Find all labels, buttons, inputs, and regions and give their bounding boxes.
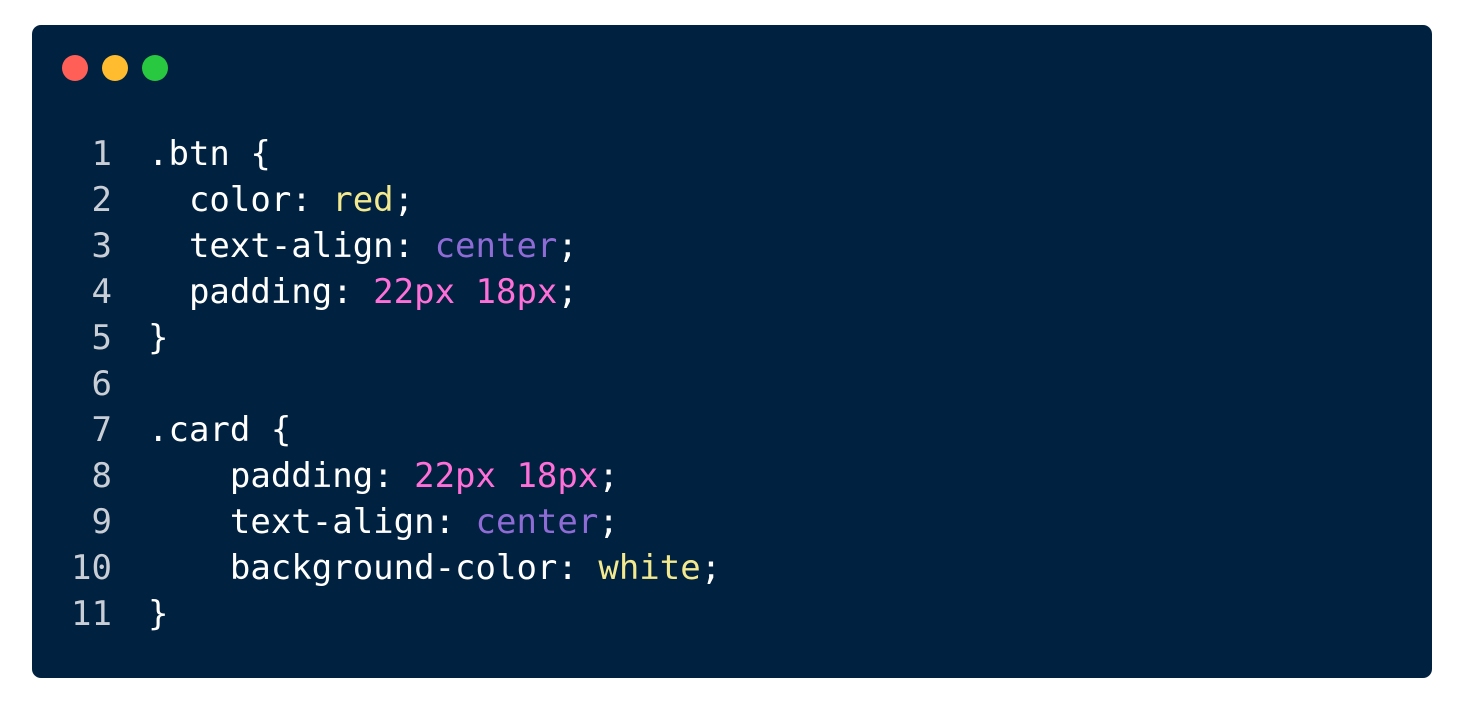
code-text: }: [148, 315, 168, 361]
line-number: 11: [71, 594, 112, 634]
code-token: .btn {: [148, 134, 271, 174]
code-line: 8 padding: 22px 18px;: [32, 453, 721, 499]
line-number: 6: [91, 364, 112, 404]
code-text: text-align: center;: [148, 223, 578, 269]
code-text: padding: 22px 18px;: [148, 453, 619, 499]
line-number: 8: [91, 456, 112, 496]
code-line: 11}: [32, 591, 721, 637]
code-token: }: [148, 594, 169, 634]
code-line: 3 text-align: center;: [32, 223, 721, 269]
code-token: white: [598, 548, 701, 588]
code-line: 2 color: red;: [32, 177, 721, 223]
code-token: padding:: [148, 456, 415, 496]
code-token: .card {: [148, 410, 292, 450]
line-number: 5: [91, 318, 112, 358]
code-text: padding: 22px 18px;: [148, 269, 578, 315]
line-number: 7: [91, 410, 112, 450]
code-text: color: red;: [148, 177, 414, 223]
code-token: ;: [557, 226, 578, 266]
code-text: text-align: center;: [148, 499, 619, 545]
code-line: 1 .btn {: [32, 131, 721, 177]
code-token: center: [475, 502, 599, 542]
code-token: background-color:: [148, 548, 599, 588]
code-token: color:: [148, 180, 333, 220]
line-number: 1: [91, 134, 112, 174]
close-button[interactable]: [62, 55, 88, 81]
code-text: background-color: white;: [148, 545, 721, 591]
code-token: ;: [598, 456, 619, 496]
code-line: 4 padding: 22px 18px;: [32, 269, 721, 315]
code-line: 9 text-align: center;: [32, 499, 721, 545]
code-line: 5}: [32, 315, 721, 361]
code-token: ;: [700, 548, 722, 588]
code-text: .card {: [148, 407, 291, 453]
code-window: 1 .btn {2 color: red; 3 text-align: center…: [32, 25, 1432, 678]
line-number: 9: [91, 502, 112, 542]
code-token: text-align:: [148, 226, 435, 266]
code-text: .btn {: [148, 131, 271, 177]
code-token: ;: [557, 272, 578, 312]
line-number: 2: [91, 180, 112, 220]
code-line: 10 background-color: white;: [32, 545, 721, 591]
code-token: ;: [598, 502, 619, 542]
code-token: 22px 18px: [414, 456, 599, 496]
code-token: center: [434, 226, 558, 266]
code-text: }: [148, 591, 168, 637]
code-token: }: [148, 318, 169, 358]
code-token: padding:: [148, 272, 374, 312]
code-token: text-align:: [148, 502, 476, 542]
code-line: 7 .card {: [32, 407, 721, 453]
window-controls: [62, 55, 168, 81]
line-number: 3: [91, 226, 112, 266]
maximize-button[interactable]: [142, 55, 168, 81]
minimize-button[interactable]: [102, 55, 128, 81]
line-number: 4: [91, 272, 112, 312]
code-line: 6: [32, 361, 721, 407]
code-token: ;: [393, 180, 415, 220]
line-number: 10: [71, 548, 112, 588]
code-token: red: [332, 180, 394, 220]
code-token: 22px 18px: [373, 272, 558, 312]
code-block: 1 .btn {2 color: red; 3 text-align: center…: [32, 131, 721, 637]
